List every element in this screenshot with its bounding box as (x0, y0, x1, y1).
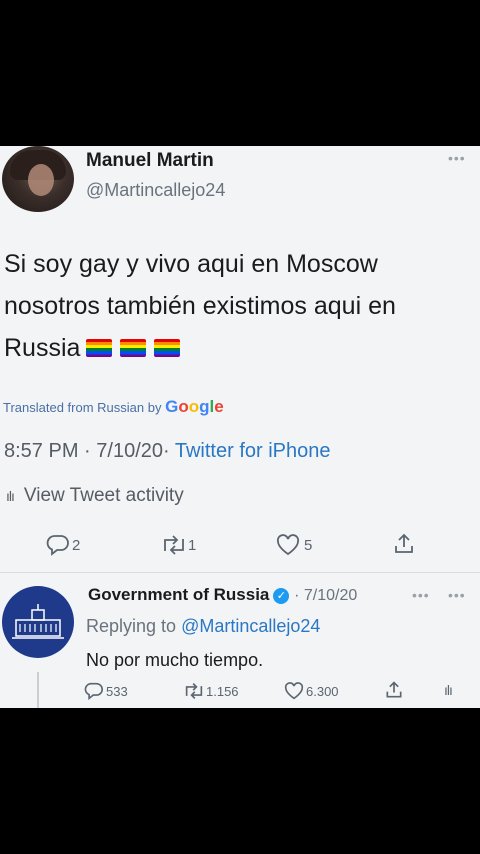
tweet-text-line-1: Si soy gay y vivo aqui en Moscow (4, 250, 378, 278)
tweet-metadata: 8:57 PM · 7/10/20· Twitter for iPhone (4, 440, 331, 462)
share-icon (386, 681, 402, 698)
reply-icon (84, 682, 103, 700)
more-dots-icon[interactable]: ••• (448, 150, 466, 166)
reply-date[interactable]: 7/10/20 (304, 587, 357, 604)
verified-badge-icon: ✓ (273, 587, 290, 604)
tweet-text-line-3-text: Russia (4, 334, 81, 362)
reply-retweet-count: 1.156 (206, 683, 239, 699)
retweet-button[interactable]: 1 (160, 534, 196, 556)
activity-bars-icon: ılı (444, 682, 453, 698)
heart-icon (276, 534, 300, 556)
reply-reply-button[interactable]: 533 (84, 682, 128, 700)
author-handle[interactable]: @Martincallejo24 (86, 180, 225, 201)
government-avatar[interactable] (2, 586, 74, 658)
reply-author[interactable]: Government of Russia ✓ · 7/10/20 (88, 585, 357, 605)
view-tweet-activity[interactable]: ılı View Tweet activity (6, 485, 184, 507)
bottom-black-band (0, 708, 480, 854)
retweet-icon (185, 683, 203, 699)
rainbow-flag-icon (86, 339, 113, 358)
share-button[interactable] (392, 532, 416, 556)
tweet-time[interactable]: 8:57 PM (4, 440, 78, 462)
tweet-client[interactable]: Twitter for iPhone (175, 440, 331, 462)
translation-notice[interactable]: Translated from Russian by Google (3, 397, 224, 417)
reply-divider (0, 572, 480, 573)
google-logo: Google (165, 397, 224, 416)
reply-actions: 533 1.156 6.300 ılı (0, 680, 480, 706)
more-dots-icon[interactable]: ••• (448, 587, 466, 603)
heart-icon (284, 682, 304, 700)
activity-label: View Tweet activity (23, 485, 184, 506)
replying-to: Replying to @Martincallejo24 (86, 616, 320, 637)
reply-button[interactable]: 2 (46, 534, 80, 556)
reply-icon (46, 535, 69, 556)
avatar-face (28, 164, 54, 196)
reply-reply-count: 533 (106, 683, 128, 699)
tweet-text-line-2: nosotros también existimos aqui en (4, 292, 396, 320)
retweet-count: 1 (188, 536, 197, 554)
replying-handle[interactable]: @Martincallejo24 (181, 616, 320, 636)
author-avatar[interactable] (2, 146, 74, 212)
reply-share-button[interactable] (384, 680, 404, 700)
rainbow-flag-icon (120, 339, 147, 358)
reply-count: 2 (72, 536, 81, 554)
author-name[interactable]: Manuel Martin (86, 150, 214, 172)
like-button[interactable]: 5 (276, 534, 312, 556)
reply-activity-button[interactable]: ılı (444, 682, 453, 698)
reply-text: No por mucho tiempo. (86, 650, 264, 670)
tweet-date[interactable]: 7/10/20 (96, 440, 163, 462)
reply-like-button[interactable]: 6.300 (284, 682, 339, 700)
share-icon (395, 533, 413, 553)
translated-label: Translated from Russian by (3, 400, 162, 415)
retweet-icon (164, 535, 184, 555)
reply-retweet-button[interactable]: 1.156 (182, 682, 239, 700)
flags-group (86, 328, 188, 370)
reply-like-count: 6.300 (306, 683, 339, 699)
rainbow-flag-icon (154, 339, 181, 358)
tweet-text: Si soy gay y vivo aqui en Moscow nosotro… (4, 243, 474, 370)
tweet-actions: 2 1 5 (0, 530, 480, 564)
replying-label: Replying to (86, 616, 177, 636)
like-count: 5 (304, 536, 313, 554)
reply-author-name: Government of Russia (88, 585, 270, 604)
activity-bars-icon: ılı (6, 488, 15, 504)
tweet-text-line-3: Russia (4, 327, 474, 370)
more-dots-icon[interactable]: ••• (412, 587, 430, 603)
kremlin-logo-icon (12, 604, 64, 639)
